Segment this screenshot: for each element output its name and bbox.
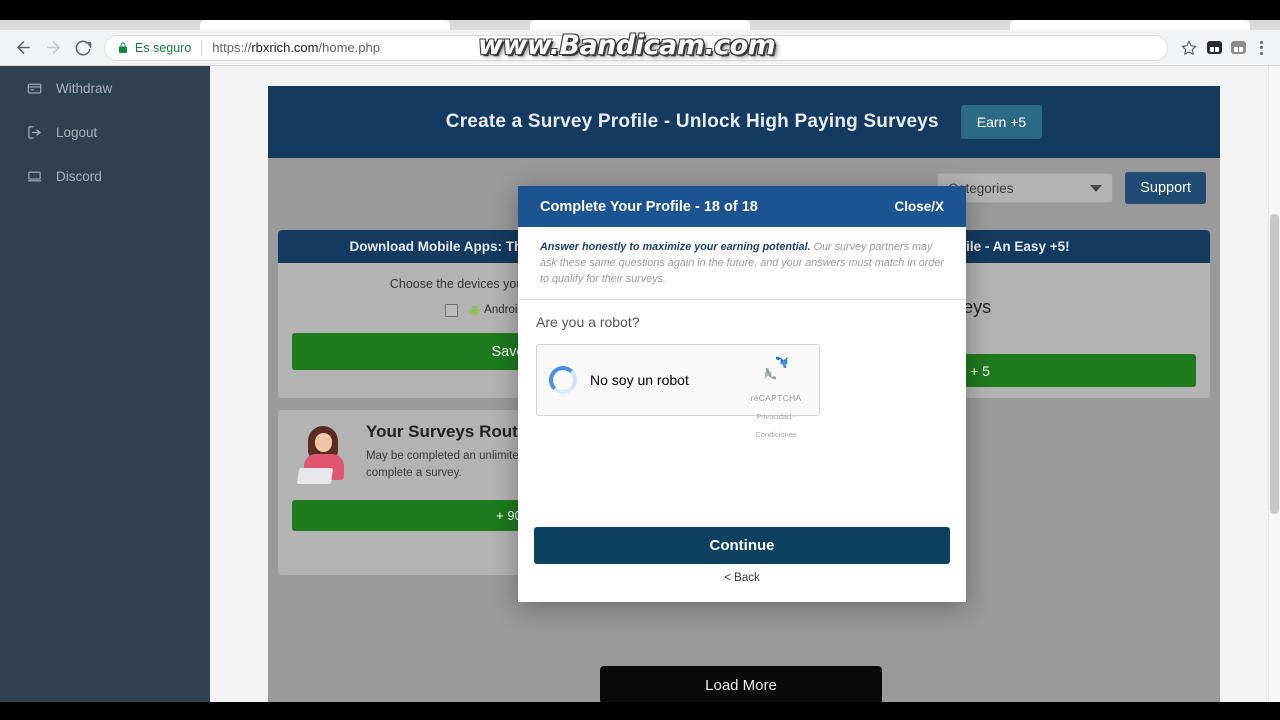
recaptcha-logo-icon	[761, 356, 791, 387]
sidebar-nav: Earn Withdraw Logout	[0, 66, 210, 702]
hero-earn-badge[interactable]: Earn +5	[960, 105, 1043, 139]
back-arrow-icon[interactable]	[8, 33, 38, 63]
hero-title: Create a Survey Profile - Unlock High Pa…	[445, 111, 939, 132]
forward-arrow-icon	[38, 33, 68, 63]
lock-icon	[117, 41, 129, 55]
question-label: Are you a robot?	[536, 313, 640, 330]
url-text: https://rbxrich.com/home.php	[212, 40, 380, 55]
star-icon[interactable]	[1176, 35, 1202, 61]
load-more-button[interactable]: Load More	[600, 666, 882, 702]
reload-icon[interactable]	[68, 33, 98, 63]
recaptcha-checkbox[interactable]	[549, 365, 577, 394]
sidebar-item-withdraw[interactable]: Withdraw	[0, 66, 210, 110]
modal-body: Are you a robot? No soy un robot reCAPTC…	[518, 300, 966, 439]
bandicam-watermark: www.Bandicam.com	[478, 30, 776, 61]
extension-icon[interactable]	[1226, 35, 1250, 61]
kebab-menu-icon[interactable]	[1250, 35, 1272, 61]
sidebar-item-label: Withdraw	[56, 80, 113, 96]
recaptcha-brand: reCAPTCHA Privacidad - Condiciones	[743, 353, 809, 442]
recaptcha-links[interactable]: Privacidad - Condiciones	[755, 412, 796, 439]
extension-glyph	[1230, 41, 1246, 54]
letterbox-bottom	[0, 702, 1280, 720]
android-label: Android	[468, 304, 524, 317]
sidebar-item-discord[interactable]: Discord	[0, 154, 210, 198]
continue-button[interactable]: Continue	[534, 527, 950, 564]
sidebar-item-logout[interactable]: Logout	[0, 110, 210, 154]
browser-tab[interactable]	[200, 20, 450, 30]
sidebar-item-label: Discord	[56, 168, 102, 184]
browser-window: Es seguro https://rbxrich.com/home.php E…	[0, 20, 1280, 702]
url-scheme: https://	[212, 40, 252, 55]
browser-tab[interactable]	[530, 20, 750, 30]
extension-glyph	[1206, 41, 1222, 54]
page-viewport: Earn Withdraw Logout	[0, 66, 1280, 702]
logout-icon	[26, 125, 43, 140]
hero-banner: Create a Survey Profile - Unlock High Pa…	[268, 86, 1220, 158]
page-right-gutter	[1220, 66, 1270, 702]
android-checkbox[interactable]	[445, 303, 459, 317]
url-path: /home.php	[318, 40, 380, 55]
chevron-down-icon	[1090, 184, 1103, 192]
card-icon	[26, 81, 43, 96]
page-scrollbar[interactable]	[1268, 66, 1280, 702]
back-link[interactable]: < Back	[518, 572, 966, 584]
complete-profile-modal: Complete Your Profile - 18 of 18 Close/X…	[518, 186, 966, 602]
url-host: rbxrich.com	[251, 40, 319, 55]
woman-with-laptop-illustration	[292, 424, 354, 486]
extension-icon[interactable]	[1202, 35, 1226, 61]
scrollbar-thumb[interactable]	[1270, 214, 1279, 514]
sidebar-item-label: Logout	[56, 124, 98, 140]
modal-note-bold: Answer honestly to maximize your earning…	[540, 241, 811, 253]
recaptcha-label: No soy un robot	[590, 371, 689, 388]
tab-strip	[0, 20, 1280, 30]
modal-header: Complete Your Profile - 18 of 18 Close/X	[518, 186, 966, 227]
modal-title: Complete Your Profile - 18 of 18	[540, 198, 758, 215]
security-label: Es seguro	[135, 40, 192, 55]
recaptcha-widget[interactable]: No soy un robot reCAPTCHA Privacidad - C…	[536, 343, 820, 439]
omnibox-divider	[201, 39, 203, 56]
close-button[interactable]: Close/X	[894, 199, 944, 214]
android-icon	[469, 305, 480, 316]
letterbox-top	[0, 0, 1280, 20]
support-button[interactable]: Support	[1125, 172, 1206, 204]
monitor-icon	[26, 169, 43, 184]
screen-root: Es seguro https://rbxrich.com/home.php E…	[0, 0, 1280, 720]
modal-note: Answer honestly to maximize your earning…	[518, 227, 966, 300]
browser-tab[interactable]	[1010, 20, 1250, 30]
recaptcha-brand-name: reCAPTCHA	[750, 392, 802, 403]
